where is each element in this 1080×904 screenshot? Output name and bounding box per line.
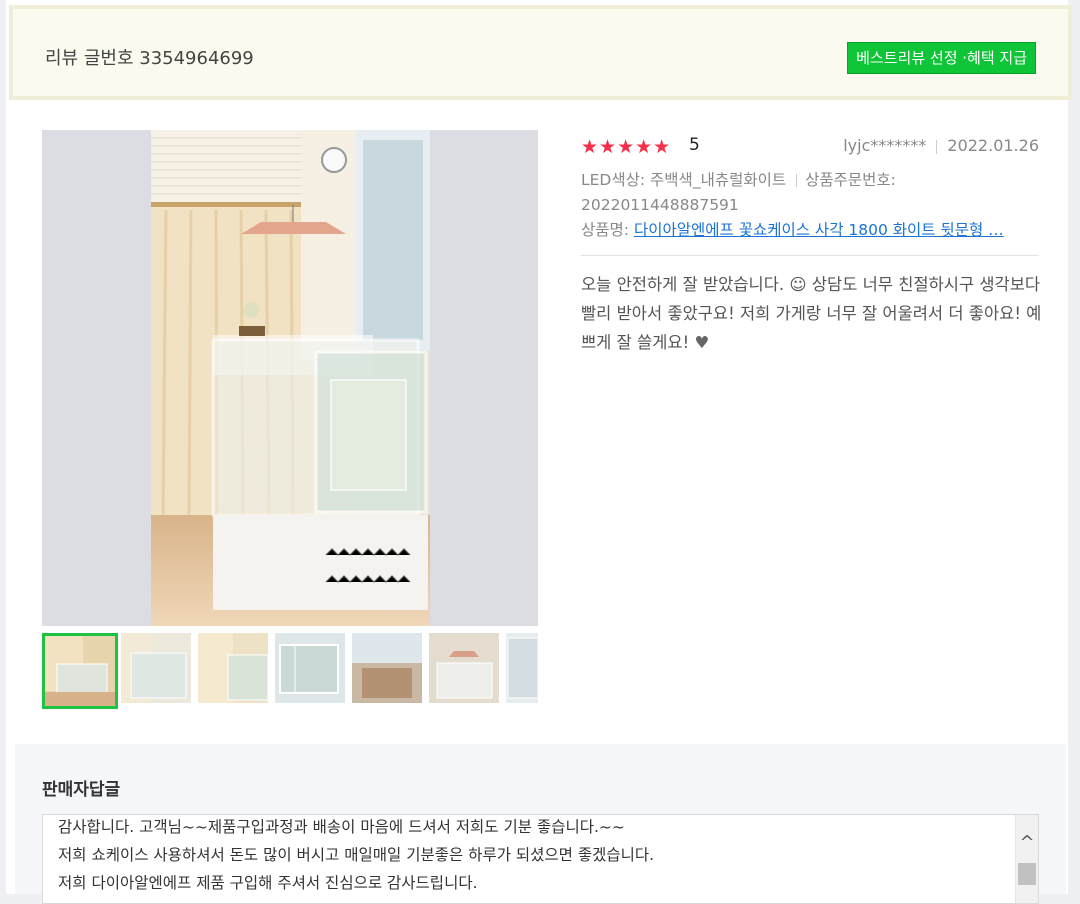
product-name-row: 상품명: 다이아알엔에프 꽃쇼케이스 사각 1800 화이트 뒷문형 …	[581, 218, 1039, 240]
product-name-label: 상품명:	[581, 221, 630, 239]
showcase-photo-image	[151, 130, 430, 626]
thumbnail-4[interactable]	[275, 633, 345, 703]
scrollbar-thumb[interactable]	[1018, 863, 1036, 885]
seller-reply-section: 판매자답글 감사합니다. 고객님~~제품구입과정과 배송이 마음에 드셔서 저희…	[15, 744, 1066, 904]
review-body: 오늘 안전하게 잘 받았습니다. ☺ 상담도 너무 친절하시구 생각보다 빨리 …	[581, 270, 1046, 357]
review-date: 2022.01.26	[947, 136, 1039, 155]
rating-score: 5	[689, 135, 700, 155]
thumbnail-5[interactable]	[352, 633, 422, 703]
seller-reply-title: 판매자답글	[42, 780, 121, 800]
seller-reply-line: 감사합니다. 고객님~~제품구입과정과 배송이 마음에 드셔서 저희도 기분 좋…	[58, 818, 625, 836]
heart-icon: ♥	[694, 333, 710, 352]
best-review-badge: 베스트리뷰 선정 ·혜택 지급	[847, 42, 1036, 74]
review-number: 리뷰 글번호 3354964699	[45, 48, 254, 69]
option-divider	[796, 174, 798, 187]
photo-thumbnail-strip	[42, 633, 538, 709]
thumbnail-7[interactable]	[506, 633, 538, 703]
thumbnail-3[interactable]	[198, 633, 268, 703]
option-info: LED색상: 주백색_내츄럴화이트 상품주문번호: 202201144888759…	[581, 168, 1039, 218]
meta-divider	[936, 139, 938, 154]
star-rating-icon: ★★★★★	[581, 136, 672, 158]
option-led-color: LED색상: 주백색_내츄럴화이트	[581, 171, 787, 189]
info-divider	[581, 255, 1039, 256]
seller-reply-line: 저희 쇼케이스 사용하셔서 돈도 많이 버시고 매일매일 기분좋은 하루가 되셨…	[58, 846, 655, 864]
main-review-photo[interactable]	[42, 130, 538, 626]
product-name-link[interactable]: 다이아알엔에프 꽃쇼케이스 사각 1800 화이트 뒷문형 …	[634, 221, 1004, 239]
reviewer-id: lyjc*******	[843, 136, 927, 155]
thumbnail-6[interactable]	[429, 633, 499, 703]
chevron-up-icon[interactable]: ^	[1016, 833, 1038, 853]
order-number: 2022011448887591	[581, 196, 739, 214]
seller-reply-line: 저희 다이아알엔에프 제품 구입해 주셔서 진심으로 감사드립니다.	[58, 874, 478, 892]
review-header: 리뷰 글번호 3354964699 베스트리뷰 선정 ·혜택 지급	[9, 5, 1072, 100]
seller-reply-text: 감사합니다. 고객님~~제품구입과정과 배송이 마음에 드셔서 저희도 기분 좋…	[58, 815, 655, 897]
thumbnail-1[interactable]	[42, 633, 118, 709]
reply-scrollbar[interactable]: ^	[1015, 815, 1038, 903]
seller-reply-box[interactable]: 감사합니다. 고객님~~제품구입과정과 배송이 마음에 드셔서 저희도 기분 좋…	[42, 814, 1039, 904]
review-body-text: 오늘 안전하게 잘 받았습니다. ☺ 상담도 너무 친절하시구 생각보다 빨리 …	[581, 275, 1042, 352]
order-number-label: 상품주문번호:	[805, 171, 896, 189]
thumbnail-2[interactable]	[121, 633, 191, 703]
review-meta: lyjc******* 2022.01.26	[843, 136, 1039, 155]
